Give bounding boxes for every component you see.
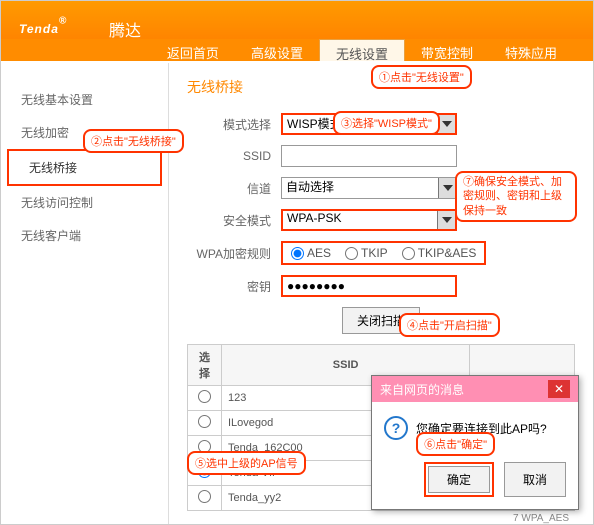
sidebar-item-bridge[interactable]: 无线桥接	[7, 149, 162, 186]
radio-tkip[interactable]	[345, 247, 358, 260]
ssid-input[interactable]	[281, 145, 457, 167]
nav-wireless[interactable]: 无线设置	[319, 39, 405, 61]
callout-2: ②点击"无线桥接"	[83, 129, 184, 153]
callout-5: ⑤选中上级的AP信号	[187, 451, 306, 475]
table-footer: 7 WPA_AES	[187, 511, 575, 524]
nav-bandwidth[interactable]: 带宽控制	[405, 39, 489, 61]
sidebar-item-basic[interactable]: 无线基本设置	[1, 83, 168, 116]
cancel-button[interactable]: 取消	[504, 462, 566, 497]
dialog-title-bar: 来自网页的消息 ✕	[372, 376, 578, 402]
radio-aes[interactable]	[291, 247, 304, 260]
row-radio[interactable]	[198, 390, 211, 403]
security-label: 安全模式	[187, 212, 281, 229]
callout-7: ⑦确保安全模式、加密规则、密钥和上级保持一致	[455, 171, 577, 222]
brand-logo: Tenda®	[19, 9, 67, 40]
chevron-down-icon	[437, 211, 455, 229]
sidebar-item-client[interactable]: 无线客户端	[1, 219, 168, 252]
radio-mix[interactable]	[402, 247, 415, 260]
channel-label: 信道	[187, 180, 281, 197]
ssid-label: SSID	[187, 149, 281, 163]
row-radio[interactable]	[198, 415, 211, 428]
key-label: 密钥	[187, 278, 281, 295]
top-nav: 返回首页 高级设置 无线设置 带宽控制 特殊应用	[1, 39, 593, 61]
nav-home[interactable]: 返回首页	[151, 39, 235, 61]
nav-advanced[interactable]: 高级设置	[235, 39, 319, 61]
channel-select[interactable]: 自动选择	[281, 177, 457, 199]
wpa-radio-group: AES TKIP TKIP&AES	[281, 241, 486, 265]
wpa-opt-tkip[interactable]: TKIP	[345, 246, 388, 260]
chevron-down-icon	[438, 178, 456, 198]
callout-1: ①点击"无线设置"	[371, 65, 472, 89]
close-icon[interactable]: ✕	[548, 380, 570, 398]
dialog-title: 来自网页的消息	[380, 381, 464, 398]
key-input[interactable]	[281, 275, 457, 297]
th-select: 选择	[188, 345, 222, 386]
mode-label: 模式选择	[187, 116, 281, 133]
channel-value: 自动选择	[286, 180, 334, 194]
callout-3: ③选择"WISP模式"	[333, 111, 440, 135]
row-radio[interactable]	[198, 490, 211, 503]
security-value: WPA-PSK	[287, 211, 341, 225]
ok-button[interactable]: 确定	[428, 466, 490, 493]
security-select[interactable]: WPA-PSK	[281, 209, 457, 231]
brand-cn: 腾达	[109, 17, 141, 41]
question-icon: ?	[384, 416, 408, 440]
callout-4: ④点击"开启扫描"	[399, 313, 500, 337]
wpa-label: WPA加密规则	[187, 245, 281, 262]
wpa-opt-aes[interactable]: AES	[291, 246, 331, 260]
nav-special[interactable]: 特殊应用	[489, 39, 573, 61]
sidebar-item-access[interactable]: 无线访问控制	[1, 186, 168, 219]
callout-6: ⑥点击"确定"	[416, 432, 495, 456]
wpa-opt-mix[interactable]: TKIP&AES	[402, 246, 477, 260]
